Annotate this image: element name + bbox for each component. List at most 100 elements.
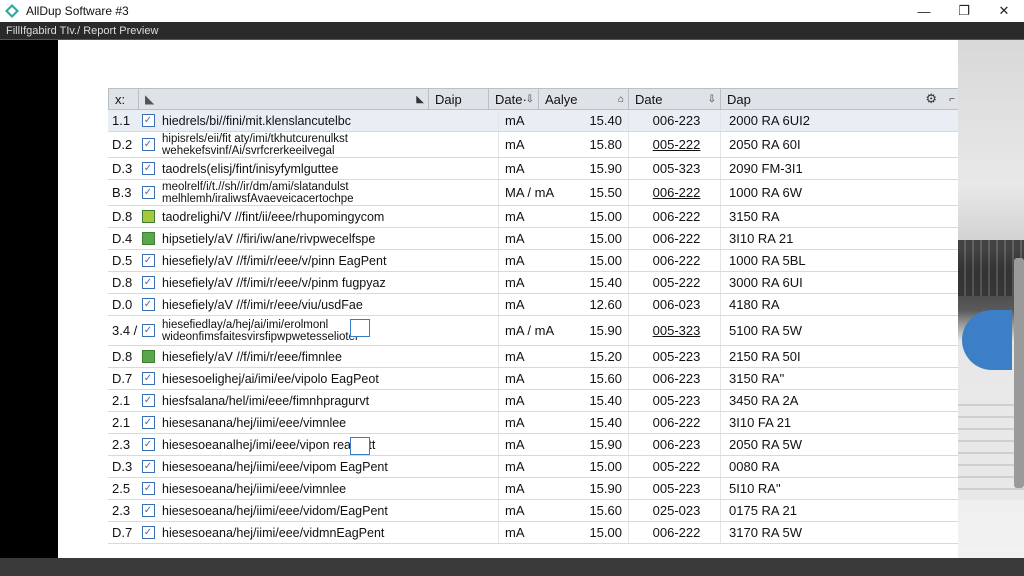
file-path-cell: hiesesanana/hej/iimi/eee/vimnlee — [158, 412, 498, 433]
code-cell: 2000 RA 6UI2 — [720, 110, 840, 131]
unit-cell: mA — [498, 500, 558, 521]
table-row[interactable]: D.8 taodrelighi/V //fint/ii/eee/rhupoming… — [108, 206, 958, 228]
row-checkbox[interactable]: ✓ — [141, 394, 155, 407]
file-path-cell: hiesfsalana/hel/imi/eee/fimnhpragurvt — [158, 390, 498, 411]
file-path-line: hiesesoelighej/ai/imi/ee/vipolo EagPeot — [162, 371, 379, 386]
date-cell: 005-323 — [628, 158, 720, 179]
row-checkbox[interactable]: ✓ — [141, 276, 155, 289]
header-path[interactable]: ◣ ◣ — [139, 89, 429, 109]
table-row[interactable]: D.0 ✓ hiesefiely/aV //f/imi/r/eee/viu/usdF… — [108, 294, 958, 316]
table-row[interactable]: 3.4 / alo✓hiesefiedlay/a/hej/ai/imi/erol… — [108, 316, 958, 346]
row-checkbox[interactable]: ✓ — [141, 114, 155, 127]
empty-cell — [840, 110, 958, 131]
row-checkbox[interactable]: ✓ — [141, 324, 155, 337]
row-checkbox[interactable]: ✓ — [141, 372, 155, 385]
table-body: 1.1 ✓ hiedrels/bi//fini/mit.klenslancutelb… — [108, 110, 958, 544]
row-checkbox-cell: ✓ — [138, 110, 158, 131]
table-row[interactable]: 2.1 ✓ hiesfsalana/hel/imi/eee/fimnhpragurv… — [108, 390, 958, 412]
row-checkbox[interactable] — [141, 210, 155, 223]
row-checkbox-cell: ✓ — [138, 522, 158, 543]
row-checkbox[interactable] — [141, 350, 155, 363]
row-checkbox[interactable]: ✓ — [141, 504, 155, 517]
table-row[interactable]: 1.1 ✓ hiedrels/bi//fini/mit.klenslancutelb… — [108, 110, 958, 132]
date-cell: 005-222 — [628, 272, 720, 293]
table-row[interactable]: B.3 ✓ meolrelf/i/t.//sh//ir/dm/ami/slatand… — [108, 180, 958, 206]
table-row[interactable]: D.7 ✓ hiesesoeana/hej/iimi/eee/vidmnEagPen… — [108, 522, 958, 544]
empty-cell — [840, 434, 958, 455]
table-row[interactable]: 2.3 ✓ hiesesoeanalhej/imi/eee/vipon reashr… — [108, 434, 958, 456]
close-button[interactable]: ✕ — [984, 0, 1024, 22]
row-checkbox[interactable]: ✓ — [141, 186, 155, 199]
unit-cell: mA — [498, 456, 558, 477]
table-row[interactable]: 2.1 ✓ hiesesanana/hej/iimi/eee/vimnlee mA 15… — [108, 412, 958, 434]
vertical-scrollbar[interactable] — [1014, 258, 1024, 488]
row-checkbox[interactable]: ✓ — [141, 438, 155, 451]
table-row[interactable]: 2.3 ✓ hiesesoeana/hej/iimi/eee/vidom/EagPe… — [108, 500, 958, 522]
more-icon[interactable]: ⌐ — [949, 94, 955, 105]
header-date-1[interactable]: Date· ⇩ — [489, 89, 539, 109]
maximize-button[interactable]: ❐ — [944, 0, 984, 22]
row-checkbox[interactable]: ✓ — [141, 162, 155, 175]
row-checkbox[interactable]: ✓ — [141, 416, 155, 429]
file-path-line: hiesesoeanalhej/imi/eee/vipon reashrtt — [162, 437, 376, 452]
sort-icon: ◣ — [145, 92, 155, 106]
file-path-cell: hipsetiely/aV //firi/iw/ane/rivpwecelfsp… — [158, 228, 498, 249]
row-checkbox[interactable] — [141, 232, 155, 245]
table-row[interactable]: D.8 hiesefiely/aV //f/imi/r/eee/fimnlee mA… — [108, 346, 958, 368]
file-path-cell: hiesefiely/aV //f/imi/r/eee/fimnlee — [158, 346, 498, 367]
file-path-line: meolrelf/i/t.//sh//ir/dm/ami/slatandulst — [162, 180, 349, 193]
table-row[interactable]: D.3 ✓ taodrels(elisj/fint/inisyfymlguttee m… — [108, 158, 958, 180]
value-cell: 15.00 — [589, 525, 622, 540]
filter-icon: ⌂ — [617, 93, 624, 105]
unit-cell: mA — [498, 434, 558, 455]
row-checkbox-cell: ✓ — [138, 158, 158, 179]
row-checkbox-cell: ✓ — [138, 478, 158, 499]
code-cell: 3450 RA 2A — [720, 390, 840, 411]
code-cell: 3I10 RA 21 — [720, 228, 840, 249]
empty-cell — [840, 316, 958, 345]
file-path-line: hiesesoeana/hej/iimi/eee/vimnlee — [162, 481, 347, 496]
inline-edit-box[interactable] — [350, 437, 370, 455]
table-row[interactable]: D.7 ✓ hiesesoelighej/ai/imi/ee/vipolo EagP… — [108, 368, 958, 390]
code-cell: 4180 RA — [720, 294, 840, 315]
header-daip[interactable]: Daip — [429, 89, 489, 109]
row-checkbox[interactable]: ✓ — [141, 460, 155, 473]
row-checkbox[interactable]: ✓ — [141, 254, 155, 267]
value-cell: 15.40 — [589, 415, 622, 430]
row-checkbox[interactable]: ✓ — [141, 298, 155, 311]
header-aalye[interactable]: Aalye ⌂ — [539, 89, 629, 109]
value-cell: 15.90 — [589, 437, 622, 452]
row-checkbox-cell: ✓ — [138, 412, 158, 433]
row-checkbox[interactable]: ✓ — [141, 526, 155, 539]
file-path-cell: hiesefiely/aV //f/imi/r/eee/viu/usdFae — [158, 294, 498, 315]
table-row[interactable]: D.4 hipsetiely/aV //firi/iw/ane/rivpwecel… — [108, 228, 958, 250]
header-dap[interactable]: Dap ⚙ ⌐ — [721, 89, 958, 109]
row-checkbox[interactable]: ✓ — [141, 482, 155, 495]
table-row[interactable]: D.3 ✓ hiesesoeana/hej/iimi/eee/vipom EagPe… — [108, 456, 958, 478]
header-date-2[interactable]: Date ⇩ — [629, 89, 721, 109]
unit-cell: mA — [498, 250, 558, 271]
column-menu-icon[interactable]: ◣ — [416, 94, 424, 105]
file-path-cell: hiedrels/bi//fini/mit.klenslancutelbc — [158, 110, 498, 131]
minimize-button[interactable]: — — [904, 0, 944, 22]
file-path-cell: hiesesoelighej/ai/imi/ee/vipolo EagPeot — [158, 368, 498, 389]
table-row[interactable]: D.2 ✓ hipisrels/eii/fit aty/imi/tkhutcuren… — [108, 132, 958, 158]
file-path-line: wehekefsvinf/Ai/svrfcrerkeeilvegal — [162, 144, 335, 157]
inline-edit-box[interactable] — [350, 319, 370, 337]
gear-icon[interactable]: ⚙ — [925, 91, 937, 107]
header-id[interactable]: x: — [109, 89, 139, 109]
row-checkbox[interactable]: ✓ — [141, 138, 155, 151]
table-row[interactable]: 2.5 ✓ hiesesoeana/hej/iimi/eee/vimnlee mA 15… — [108, 478, 958, 500]
date-cell: 005-223 — [628, 390, 720, 411]
date-cell: 025-023 — [628, 500, 720, 521]
table-row[interactable]: D.8 ✓ hiesefiely/aV //f/imi/r/eee/v/pinm f… — [108, 272, 958, 294]
row-id: 2.5 — [112, 481, 131, 496]
file-path-line: hiesefiely/aV //f/imi/r/eee/v/pinn EagPe… — [162, 253, 387, 268]
value-cell: 15.00 — [589, 253, 622, 268]
unit-cell: mA — [498, 206, 558, 227]
unit-cell: mA — [498, 158, 558, 179]
file-path-line: hiesesoeana/hej/iimi/eee/vidmnEagPent — [162, 525, 385, 540]
table-row[interactable]: D.5 ✓ hiesefiely/aV //f/imi/r/eee/v/pinn E… — [108, 250, 958, 272]
date-cell: 006-222 — [628, 180, 720, 205]
row-id: 1.1 — [112, 113, 131, 128]
